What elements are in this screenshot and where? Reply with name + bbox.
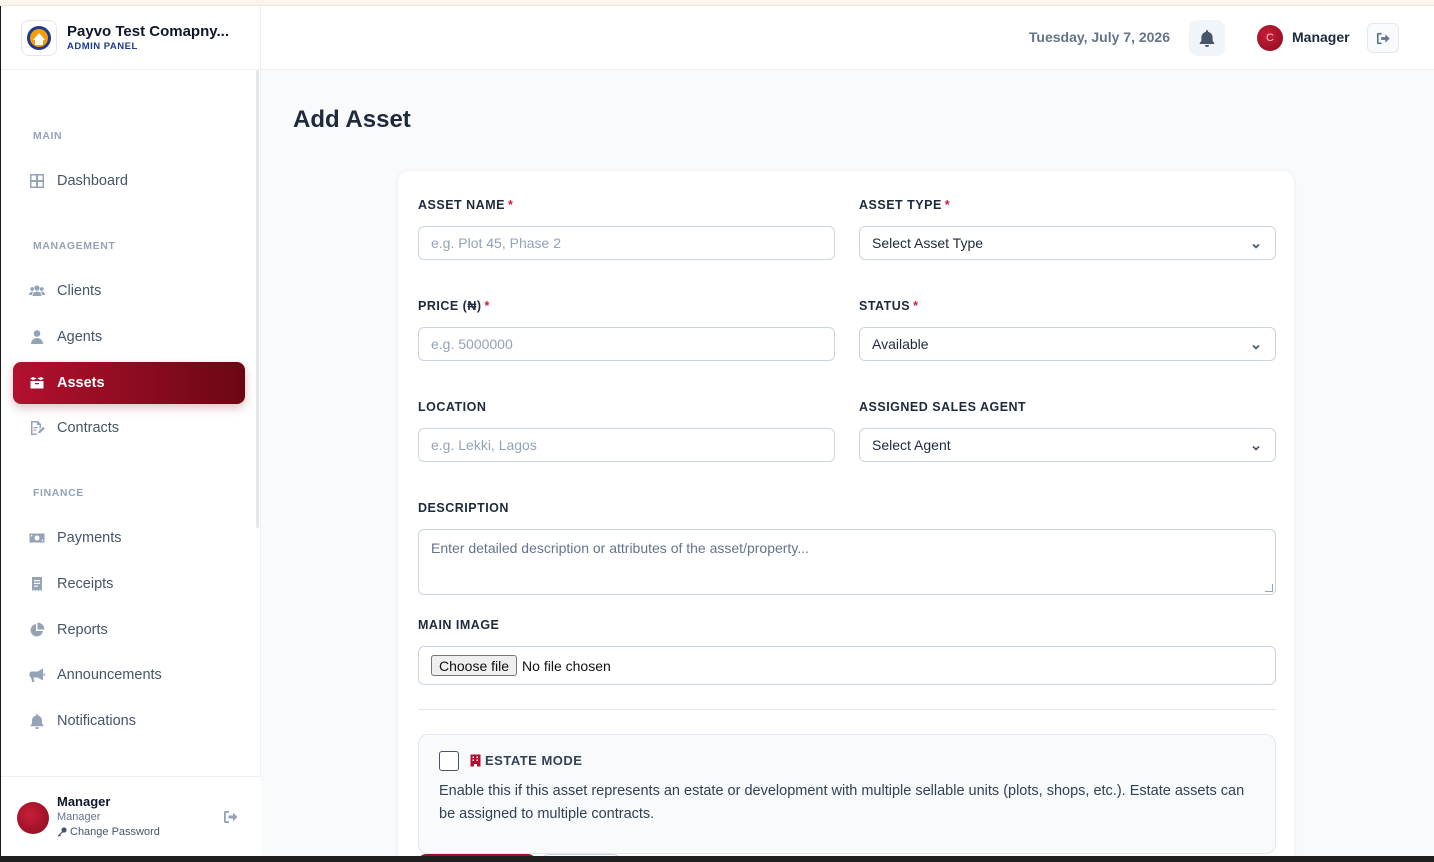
status-label: STATUS * xyxy=(859,299,919,313)
megaphone-icon xyxy=(28,667,45,684)
money-icon xyxy=(28,530,45,547)
sidebar-item-contracts[interactable]: Contracts xyxy=(13,407,245,449)
sidebar-item-assets[interactable]: Assets xyxy=(13,362,245,404)
chevron-down-icon xyxy=(1251,440,1261,451)
current-date: Tuesday, July 7, 2026 xyxy=(1028,29,1170,45)
status-select[interactable]: Available xyxy=(859,327,1276,361)
box-icon xyxy=(28,375,45,392)
dashboard-icon xyxy=(28,173,45,190)
bell-icon xyxy=(1199,30,1215,47)
company-logo-icon[interactable] xyxy=(21,20,57,56)
estate-mode-panel: ESTATE MODE Enable this if this asset re… xyxy=(418,734,1276,854)
contract-icon xyxy=(28,420,45,437)
brand: Payvo Test Comapny... ADMIN PANEL xyxy=(1,6,261,70)
sidebar-item-label: Receipts xyxy=(57,576,114,592)
chevron-down-icon xyxy=(1251,339,1261,350)
user-name: Manager xyxy=(57,794,111,809)
sidebar-item-label: Announcements xyxy=(57,667,162,683)
building-icon xyxy=(470,754,481,767)
chevron-down-icon xyxy=(1251,238,1261,249)
logout-icon xyxy=(1376,32,1390,44)
sidebar-logout-button[interactable] xyxy=(223,809,241,827)
header-logout-button[interactable] xyxy=(1367,23,1399,53)
main-image-file-input: Choose file No file chosen xyxy=(418,646,1276,685)
asset-type-label: ASSET TYPE * xyxy=(859,198,951,212)
header-user-name[interactable]: Manager xyxy=(1292,29,1350,45)
sidebar-item-label: Contracts xyxy=(57,420,120,436)
add-asset-form: ASSET NAME * e.g. Plot 45, Phase 2 ASSET … xyxy=(397,170,1295,856)
os-taskbar xyxy=(0,856,1434,862)
estate-mode-description: Enable this if this asset represents an … xyxy=(439,783,1245,822)
choose-file-button[interactable]: Choose file xyxy=(431,655,518,676)
estate-mode-title: ESTATE MODE xyxy=(470,753,582,768)
sidebar-nav[interactable]: MAIN Dashboard MANAGEMENT Clients Agents… xyxy=(1,70,261,776)
bell-icon xyxy=(28,713,45,730)
location-label: LOCATION xyxy=(418,400,487,414)
asset-type-select[interactable]: Select Asset Type xyxy=(859,226,1276,260)
change-password-label: Change Password xyxy=(70,826,160,838)
description-label: DESCRIPTION xyxy=(418,501,509,515)
sidebar-item-notifications[interactable]: Notifications xyxy=(13,700,245,742)
section-main: MAIN xyxy=(33,130,63,142)
asset-name-label: ASSET NAME * xyxy=(418,198,514,212)
sidebar-item-label: Dashboard xyxy=(57,173,128,189)
sidebar-item-reports[interactable]: Reports xyxy=(13,609,245,651)
agent-select[interactable]: Select Agent xyxy=(859,428,1276,462)
price-input[interactable]: e.g. 5000000 xyxy=(418,327,835,361)
sidebar-item-label: Clients xyxy=(57,283,102,299)
section-management: MANAGEMENT xyxy=(33,240,116,252)
sidebar-item-label: Agents xyxy=(57,329,103,345)
user-role: Manager xyxy=(57,811,101,823)
sidebar-item-receipts[interactable]: Receipts xyxy=(13,563,245,605)
sidebar-item-agents[interactable]: Agents xyxy=(13,316,245,358)
top-header: Tuesday, July 7, 2026 C Manager xyxy=(261,6,1434,70)
sidebar-item-payments[interactable]: Payments xyxy=(13,517,245,559)
notifications-button[interactable] xyxy=(1189,20,1225,56)
sidebar: Payvo Test Comapny... ADMIN PANEL MAIN D… xyxy=(1,6,261,856)
page-title: Add Asset xyxy=(293,106,411,133)
sidebar-item-dashboard[interactable]: Dashboard xyxy=(13,160,245,202)
change-password-link[interactable]: Change Password xyxy=(57,826,160,838)
resize-handle-icon[interactable] xyxy=(1265,584,1273,592)
asset-name-input[interactable]: e.g. Plot 45, Phase 2 xyxy=(418,226,835,260)
agent-label: ASSIGNED SALES AGENT xyxy=(859,400,1027,414)
users-icon xyxy=(28,283,45,300)
price-label: PRICE (₦) * xyxy=(418,299,490,313)
panel-subtitle: ADMIN PANEL xyxy=(67,41,138,52)
location-input[interactable]: e.g. Lekki, Lagos xyxy=(418,428,835,462)
receipt-icon xyxy=(28,576,45,593)
estate-mode-checkbox[interactable] xyxy=(439,751,459,771)
avatar[interactable]: C xyxy=(1257,25,1283,51)
main-image-label: MAIN IMAGE xyxy=(418,618,500,632)
description-textarea[interactable]: Enter detailed description or attributes… xyxy=(418,529,1276,595)
file-status: No file chosen xyxy=(522,657,611,674)
sidebar-item-label: Payments xyxy=(57,530,122,546)
logout-icon xyxy=(224,811,238,823)
sidebar-item-announcements[interactable]: Announcements xyxy=(13,654,245,696)
sidebar-item-label: Notifications xyxy=(57,713,136,729)
user-footer: Manager Manager Change Password xyxy=(1,776,261,856)
sidebar-item-clients[interactable]: Clients xyxy=(13,270,245,312)
company-name: Payvo Test Comapny... xyxy=(67,23,229,40)
sidebar-item-label: Reports xyxy=(57,622,108,638)
pie-chart-icon xyxy=(28,622,45,639)
sidebar-item-label: Assets xyxy=(57,375,105,391)
app-window: Payvo Test Comapny... ADMIN PANEL MAIN D… xyxy=(1,6,1434,856)
section-finance: FINANCE xyxy=(33,487,84,499)
avatar[interactable] xyxy=(17,802,49,834)
key-icon xyxy=(57,827,67,837)
divider xyxy=(418,709,1276,710)
user-icon xyxy=(28,329,45,346)
